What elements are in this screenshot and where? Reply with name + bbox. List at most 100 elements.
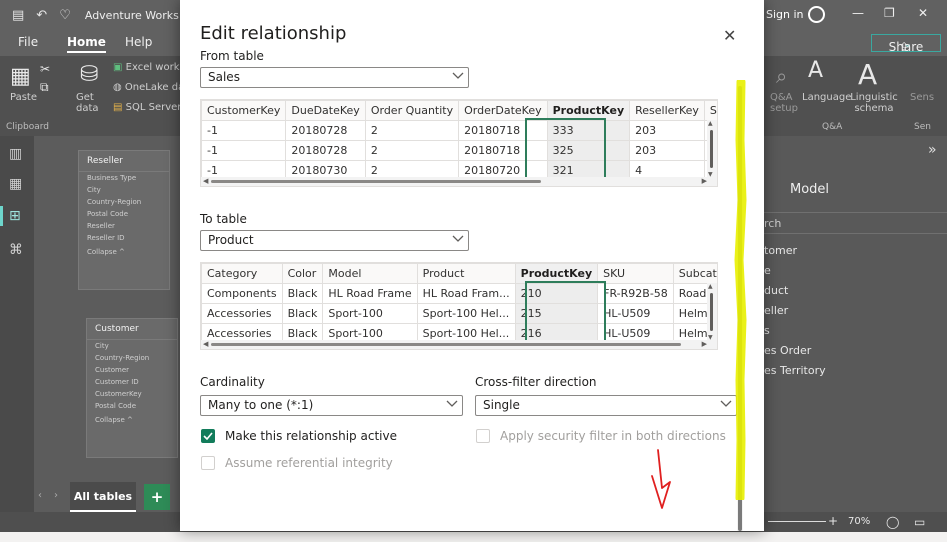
reset-view-icon[interactable]: ◯ <box>886 515 899 529</box>
table-cell-key[interactable]: 215 <box>514 303 599 324</box>
scroll-thumb[interactable] <box>211 180 541 183</box>
grid-horizontal-scrollbar[interactable]: ◀ ▶ <box>201 177 717 186</box>
add-layout-button[interactable]: + <box>144 484 170 510</box>
undo-icon[interactable]: ↶ <box>36 8 47 23</box>
column-header[interactable]: SalesOrde <box>703 100 717 121</box>
onelake-button[interactable]: ◍ OneLake da <box>113 82 184 93</box>
table-cell[interactable]: 20180728 <box>285 120 366 141</box>
scroll-up-icon[interactable]: ▲ <box>708 283 713 290</box>
qa-setup-icon[interactable]: ⌕ <box>776 64 787 88</box>
column-header[interactable]: Category <box>201 263 283 284</box>
scroll-thumb[interactable] <box>710 130 713 168</box>
tab-help[interactable]: Help <box>125 35 152 49</box>
language-icon[interactable]: A <box>808 58 823 83</box>
column-header[interactable]: Model <box>322 263 418 284</box>
share-button[interactable]: ⇪ Share ⌄ <box>871 34 941 54</box>
table-cell[interactable]: Sport-100 <box>322 303 418 324</box>
heart-icon[interactable]: ♡ <box>59 8 71 23</box>
paste-icon[interactable]: ▦ <box>10 64 31 89</box>
table-cell[interactable]: 20180718 <box>458 120 548 141</box>
table-cell[interactable]: Black <box>281 303 324 324</box>
scroll-thumb[interactable] <box>738 86 742 531</box>
table-cell[interactable]: Components <box>201 283 283 304</box>
scroll-right-icon[interactable]: ▶ <box>702 340 707 348</box>
model-tree-item[interactable]: eller <box>764 304 788 317</box>
zoom-level[interactable]: 70% <box>848 516 870 527</box>
column-header[interactable]: OrderDateKey <box>458 100 548 121</box>
grid-horizontal-scrollbar[interactable]: ◀ ▶ <box>201 340 717 349</box>
model-tree-item[interactable]: s <box>764 324 770 337</box>
sign-in-link[interactable]: Sign in <box>766 8 804 21</box>
table-cell[interactable]: FR-R92B-58 <box>597 283 674 304</box>
model-tree-item[interactable]: es Territory <box>764 364 826 377</box>
table-cell-key[interactable]: 210 <box>514 283 599 304</box>
table-cell[interactable]: 2 <box>364 140 460 161</box>
scroll-left-icon[interactable]: ◀ <box>203 177 208 185</box>
column-header[interactable]: SKU <box>597 263 674 284</box>
sensitivity-label[interactable]: Sens <box>910 92 934 103</box>
column-header-selected[interactable]: ProductKey <box>514 263 599 284</box>
sql-server-button[interactable]: ▤ SQL Server <box>113 102 181 113</box>
dax-query-icon[interactable]: ⌘ <box>9 242 23 258</box>
close-window-icon[interactable]: ✕ <box>918 6 928 20</box>
column-header[interactable]: CustomerKey <box>201 100 287 121</box>
table-cell[interactable]: 203 <box>629 140 705 161</box>
grid-vertical-scrollbar[interactable]: ▲ ▼ <box>707 120 717 178</box>
table-cell[interactable]: HL Road Frame <box>322 283 418 304</box>
tab-scroll-left-icon[interactable]: ‹ <box>38 490 42 501</box>
table-cell[interactable]: -1 <box>201 140 287 161</box>
column-header[interactable]: Order Quantity <box>364 100 460 121</box>
zoom-in-icon[interactable]: + <box>828 514 838 528</box>
model-tree-item[interactable]: e <box>764 264 771 277</box>
model-tree-item[interactable]: tomer <box>764 244 797 257</box>
column-header[interactable]: DueDateKey <box>285 100 366 121</box>
table-cell[interactable]: Black <box>281 283 324 304</box>
paste-label[interactable]: Paste <box>10 92 37 103</box>
scroll-thumb[interactable] <box>710 293 713 331</box>
cardinality-dropdown[interactable]: Many to one (*:1) <box>200 395 463 416</box>
language-label[interactable]: Language <box>802 92 851 103</box>
minimize-icon[interactable]: — <box>852 6 864 20</box>
make-active-checkbox[interactable] <box>201 429 215 443</box>
cross-filter-dropdown[interactable]: Single <box>475 395 737 416</box>
scroll-up-icon[interactable]: ▲ <box>708 120 713 127</box>
close-icon[interactable]: ✕ <box>723 26 736 45</box>
tab-file[interactable]: File <box>18 35 38 49</box>
collapse-pane-icon[interactable]: » <box>928 142 937 158</box>
dialog-scrollbar[interactable] <box>737 86 743 531</box>
scroll-thumb[interactable] <box>211 343 681 346</box>
scroll-right-icon[interactable]: ▶ <box>702 177 707 185</box>
restore-icon[interactable]: ❐ <box>884 6 895 20</box>
column-header[interactable]: Product <box>416 263 516 284</box>
column-header[interactable]: Subcatego <box>672 263 717 284</box>
model-search-input[interactable]: rch <box>764 212 947 234</box>
qa-setup-label[interactable]: Q&A setup <box>770 92 798 114</box>
copy-icon[interactable]: ⧉ <box>40 80 49 95</box>
column-header[interactable]: ResellerKey <box>629 100 705 121</box>
tab-scroll-right-icon[interactable]: › <box>54 490 58 501</box>
tab-home[interactable]: Home <box>67 35 106 53</box>
linguistic-schema-label[interactable]: Linguistic schema <box>850 92 898 114</box>
table-cell[interactable]: 203 <box>629 120 705 141</box>
report-view-icon[interactable]: ▥ <box>9 146 22 162</box>
table-cell[interactable]: Accessories <box>201 303 283 324</box>
table-cell[interactable]: HL Road Fram... <box>416 283 516 304</box>
column-header[interactable]: Color <box>281 263 324 284</box>
to-table-dropdown[interactable]: Product <box>200 230 469 251</box>
table-view-icon[interactable]: ▦ <box>9 176 22 192</box>
grid-vertical-scrollbar[interactable]: ▲ ▼ <box>707 283 717 341</box>
cut-icon[interactable]: ✂ <box>40 62 50 76</box>
zoom-slider[interactable] <box>768 521 826 522</box>
scroll-left-icon[interactable]: ◀ <box>203 340 208 348</box>
collapse-link[interactable]: Collapse ^ <box>87 412 177 428</box>
table-cell[interactable]: Sport-100 Hel... <box>416 303 516 324</box>
fit-to-screen-icon[interactable]: ▭ <box>914 515 925 529</box>
table-cell-key[interactable]: 325 <box>546 140 631 161</box>
model-tree-item[interactable]: duct <box>764 284 788 297</box>
tab-all-tables[interactable]: All tables <box>70 482 136 512</box>
from-table-dropdown[interactable]: Sales <box>200 67 469 88</box>
table-cell[interactable]: 2 <box>364 120 460 141</box>
table-card-customer[interactable]: Customer City Country-Region Customer Cu… <box>86 318 178 458</box>
avatar[interactable] <box>808 6 825 23</box>
linguistic-schema-icon[interactable]: A <box>858 58 877 91</box>
